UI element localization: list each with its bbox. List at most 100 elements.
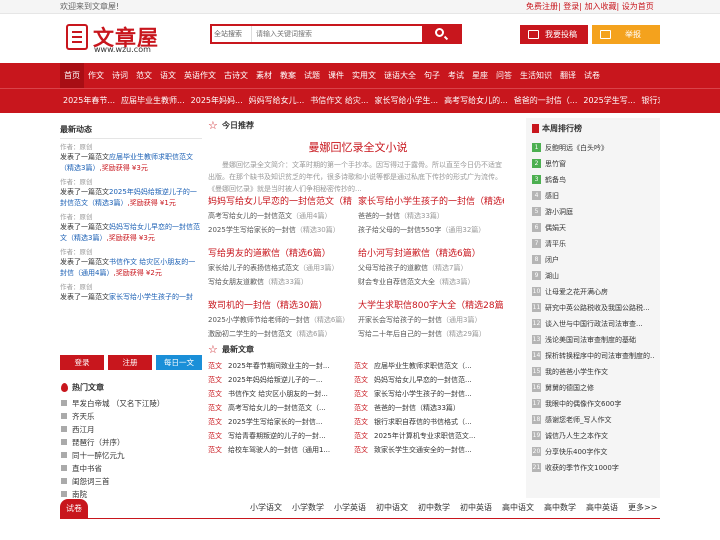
nav-item[interactable]: 作文 xyxy=(84,63,108,88)
ranking-item[interactable]: 17 我眼中的偶像作文600字 xyxy=(532,396,654,412)
latest-article-link[interactable]: 2025年计算机专业求职信范文... xyxy=(374,429,508,443)
nav-item[interactable]: 语文 xyxy=(156,63,180,88)
exam-tab-option[interactable]: 小学英语 xyxy=(334,499,366,519)
search-input[interactable] xyxy=(254,26,424,42)
hot-article-item[interactable]: 齐天乐 xyxy=(60,410,202,423)
nav-item[interactable]: 实用文 xyxy=(348,63,380,88)
exam-tab-option[interactable]: 小学数学 xyxy=(292,499,324,519)
latest-article-link[interactable]: 书信作文 给灾区小朋友的一封... xyxy=(228,387,352,401)
exam-tab-option[interactable]: 高中语文 xyxy=(502,499,534,519)
ranking-item[interactable]: 6 偶娟天 xyxy=(532,220,654,236)
latest-article-link[interactable]: 2025年妈妈给叛逆儿子的一... xyxy=(228,373,352,387)
ranking-item[interactable]: 19 诚信乃人生之本作文 xyxy=(532,428,654,444)
nav-item[interactable]: 首页 xyxy=(60,63,84,88)
nav-item[interactable]: 试题 xyxy=(300,63,324,88)
exam-tab-option[interactable]: 高中英语 xyxy=(586,499,618,519)
nav-item[interactable]: 英语作文 xyxy=(180,63,220,88)
ranking-item[interactable]: 5 游小洞庭 xyxy=(532,204,654,220)
subnav-item[interactable]: 妈妈写给女儿... xyxy=(246,89,308,114)
recommend-line[interactable]: 财会专业自荐信范文大全（精选3篇） xyxy=(358,275,504,289)
ranking-item[interactable]: 7 清平乐 xyxy=(532,236,654,252)
login-button[interactable]: 登录 xyxy=(60,355,104,370)
nav-item[interactable]: 问答 xyxy=(492,63,516,88)
nav-item[interactable]: 翻译 xyxy=(556,63,580,88)
exam-tab-option[interactable]: 初中数学 xyxy=(418,499,450,519)
register-button[interactable]: 注册 xyxy=(108,355,152,370)
ranking-item[interactable]: 3 鹤备鸟 xyxy=(532,172,654,188)
subnav-item[interactable]: 书信作文 给灾... xyxy=(307,89,371,114)
subnav-item[interactable]: 2025学生写... xyxy=(580,89,638,114)
recommend-line[interactable]: 写给女朋友道歉信（精选33篇） xyxy=(208,275,354,289)
daily-article-button[interactable]: 每日一文 xyxy=(156,355,202,370)
nav-item[interactable]: 古诗文 xyxy=(220,63,252,88)
latest-article-link[interactable]: 2025学生写给家长的一封信... xyxy=(228,415,352,429)
recommend-group-head[interactable]: 大学生求职信800字大全（精选28篇） xyxy=(358,299,504,313)
recommend-line[interactable]: 2025小学教师节给老师的一封信（精选6篇） xyxy=(208,313,354,327)
ranking-item[interactable]: 18 感谢您老师_写人作文 xyxy=(532,412,654,428)
nav-item[interactable]: 诗词 xyxy=(108,63,132,88)
latest-article-link[interactable]: 写给青春期叛逆的儿子的一封... xyxy=(228,429,352,443)
ranking-item[interactable]: 16 舅舅的德国之修 xyxy=(532,380,654,396)
site-logo[interactable]: 文章屋 www.wzu.com xyxy=(66,21,166,55)
ranking-item[interactable]: 1 反鲍明远《白头吟》 xyxy=(532,140,654,156)
nav-item[interactable]: 范文 xyxy=(132,63,156,88)
recommend-group-head[interactable]: 致司机的一封信（精选30篇） xyxy=(208,299,354,313)
ranking-item[interactable]: 9 湖山 xyxy=(532,268,654,284)
subnav-item[interactable]: 2025年春节... xyxy=(60,89,118,114)
latest-article-link[interactable]: 银行求职自荐信的书信格式（... xyxy=(374,415,508,429)
subnav-item[interactable]: 高考写给女儿的... xyxy=(441,89,511,114)
recommend-line[interactable]: 开家长会写给孩子的一封信（通用3篇） xyxy=(358,313,504,327)
latest-article-link[interactable]: 应届毕业生教师求职信范文（... xyxy=(374,359,508,373)
recommend-group-head[interactable]: 给小河写封道歉信（精选6篇） xyxy=(358,247,504,261)
exam-tab-option[interactable]: 高中数学 xyxy=(544,499,576,519)
latest-article-link[interactable]: 爸爸的一封信（精选33篇） xyxy=(374,401,508,415)
ranking-item[interactable]: 12 谈入世与中国行政法司法审查... xyxy=(532,316,654,332)
latest-article-link[interactable]: 致家长学生交通安全的一封信... xyxy=(374,443,508,457)
ranking-item[interactable]: 2 思竹窗 xyxy=(532,156,654,172)
nav-item[interactable]: 课件 xyxy=(324,63,348,88)
ranking-item[interactable]: 15 我的爸爸小学生作文 xyxy=(532,364,654,380)
nav-item[interactable]: 谜语大全 xyxy=(380,63,420,88)
ranking-item[interactable]: 11 研究中英公路税收及我国公路税... xyxy=(532,300,654,316)
recommend-line[interactable]: 孩子给父母的一封信550字（通用32篇） xyxy=(358,223,504,237)
recommend-group-head[interactable]: 写给男友的道歉信（精选6篇） xyxy=(208,247,354,261)
exam-tab-option[interactable]: 更多>> xyxy=(628,499,657,519)
recommend-group-head[interactable]: 家长写给小学生孩子的一封信（精选6 xyxy=(358,195,504,209)
subnav-item[interactable]: 2025年妈妈... xyxy=(188,89,246,114)
submit-article-button[interactable]: 我要投稿 xyxy=(520,25,588,44)
recommend-line[interactable]: 家长给儿子的表扬信格式范文（通用3篇） xyxy=(208,261,354,275)
hot-article-item[interactable]: 闺怨词三首 xyxy=(60,475,202,488)
subnav-item[interactable]: 家长写给小学生... xyxy=(371,89,441,114)
ranking-item[interactable]: 10 让母爱之花开满心房 xyxy=(532,284,654,300)
hot-article-item[interactable]: 同十一醉忆元九 xyxy=(60,449,202,462)
featured-title[interactable]: 曼娜回忆录全文小说 xyxy=(208,139,508,155)
recommend-line[interactable]: 2025学生写给家长的一封信（精选30篇） xyxy=(208,223,354,237)
nav-item[interactable]: 生活知识 xyxy=(516,63,556,88)
recommend-line[interactable]: 高考写给女儿的一封信范文（通用4篇） xyxy=(208,209,354,223)
subnav-item[interactable]: 爸爸的一封信（... xyxy=(511,89,581,114)
hot-article-item[interactable]: 早发白帝城 （又名下江陵） xyxy=(60,397,202,410)
nav-item[interactable]: 教案 xyxy=(276,63,300,88)
ranking-item[interactable]: 8 闭户 xyxy=(532,252,654,268)
subnav-item[interactable]: 银行求职 xyxy=(638,89,660,114)
search-scope-select[interactable]: 全站搜索 xyxy=(212,26,252,42)
exam-tab-option[interactable]: 初中语文 xyxy=(376,499,408,519)
nav-item[interactable]: 素材 xyxy=(252,63,276,88)
ranking-item[interactable]: 20 分享快乐400字作文 xyxy=(532,444,654,460)
recommend-group-head[interactable]: 妈妈写给女儿早恋的一封信范文（精 xyxy=(208,195,354,209)
latest-article-link[interactable]: 高考写给女儿的一封信范文（... xyxy=(228,401,352,415)
ranking-item[interactable]: 4 感旧 xyxy=(532,188,654,204)
nav-item[interactable]: 星座 xyxy=(468,63,492,88)
ranking-item[interactable]: 14 探析转换程序中的司法审查制度的... xyxy=(532,348,654,364)
subnav-item[interactable]: 应届毕业生教师... xyxy=(118,89,188,114)
latest-article-link[interactable]: 家长写给小学生孩子的一封信... xyxy=(374,387,508,401)
report-button[interactable]: 举报 xyxy=(592,25,660,44)
nav-item[interactable]: 考试 xyxy=(444,63,468,88)
latest-article-link[interactable]: 2025年春节期间致业主的一封... xyxy=(228,359,352,373)
hot-article-item[interactable]: 直中书省 xyxy=(60,462,202,475)
ranking-item[interactable]: 21 收获的季节作文1000字 xyxy=(532,460,654,476)
activity-link[interactable]: 家长写给小学生孩子的一封 xyxy=(109,293,193,301)
latest-article-link[interactable]: 妈妈写给女儿早恋的一封信范... xyxy=(374,373,508,387)
exam-tab-option[interactable]: 小学语文 xyxy=(250,499,282,519)
recommend-line[interactable]: 父母写给孩子的道歉信（精选7篇） xyxy=(358,261,504,275)
